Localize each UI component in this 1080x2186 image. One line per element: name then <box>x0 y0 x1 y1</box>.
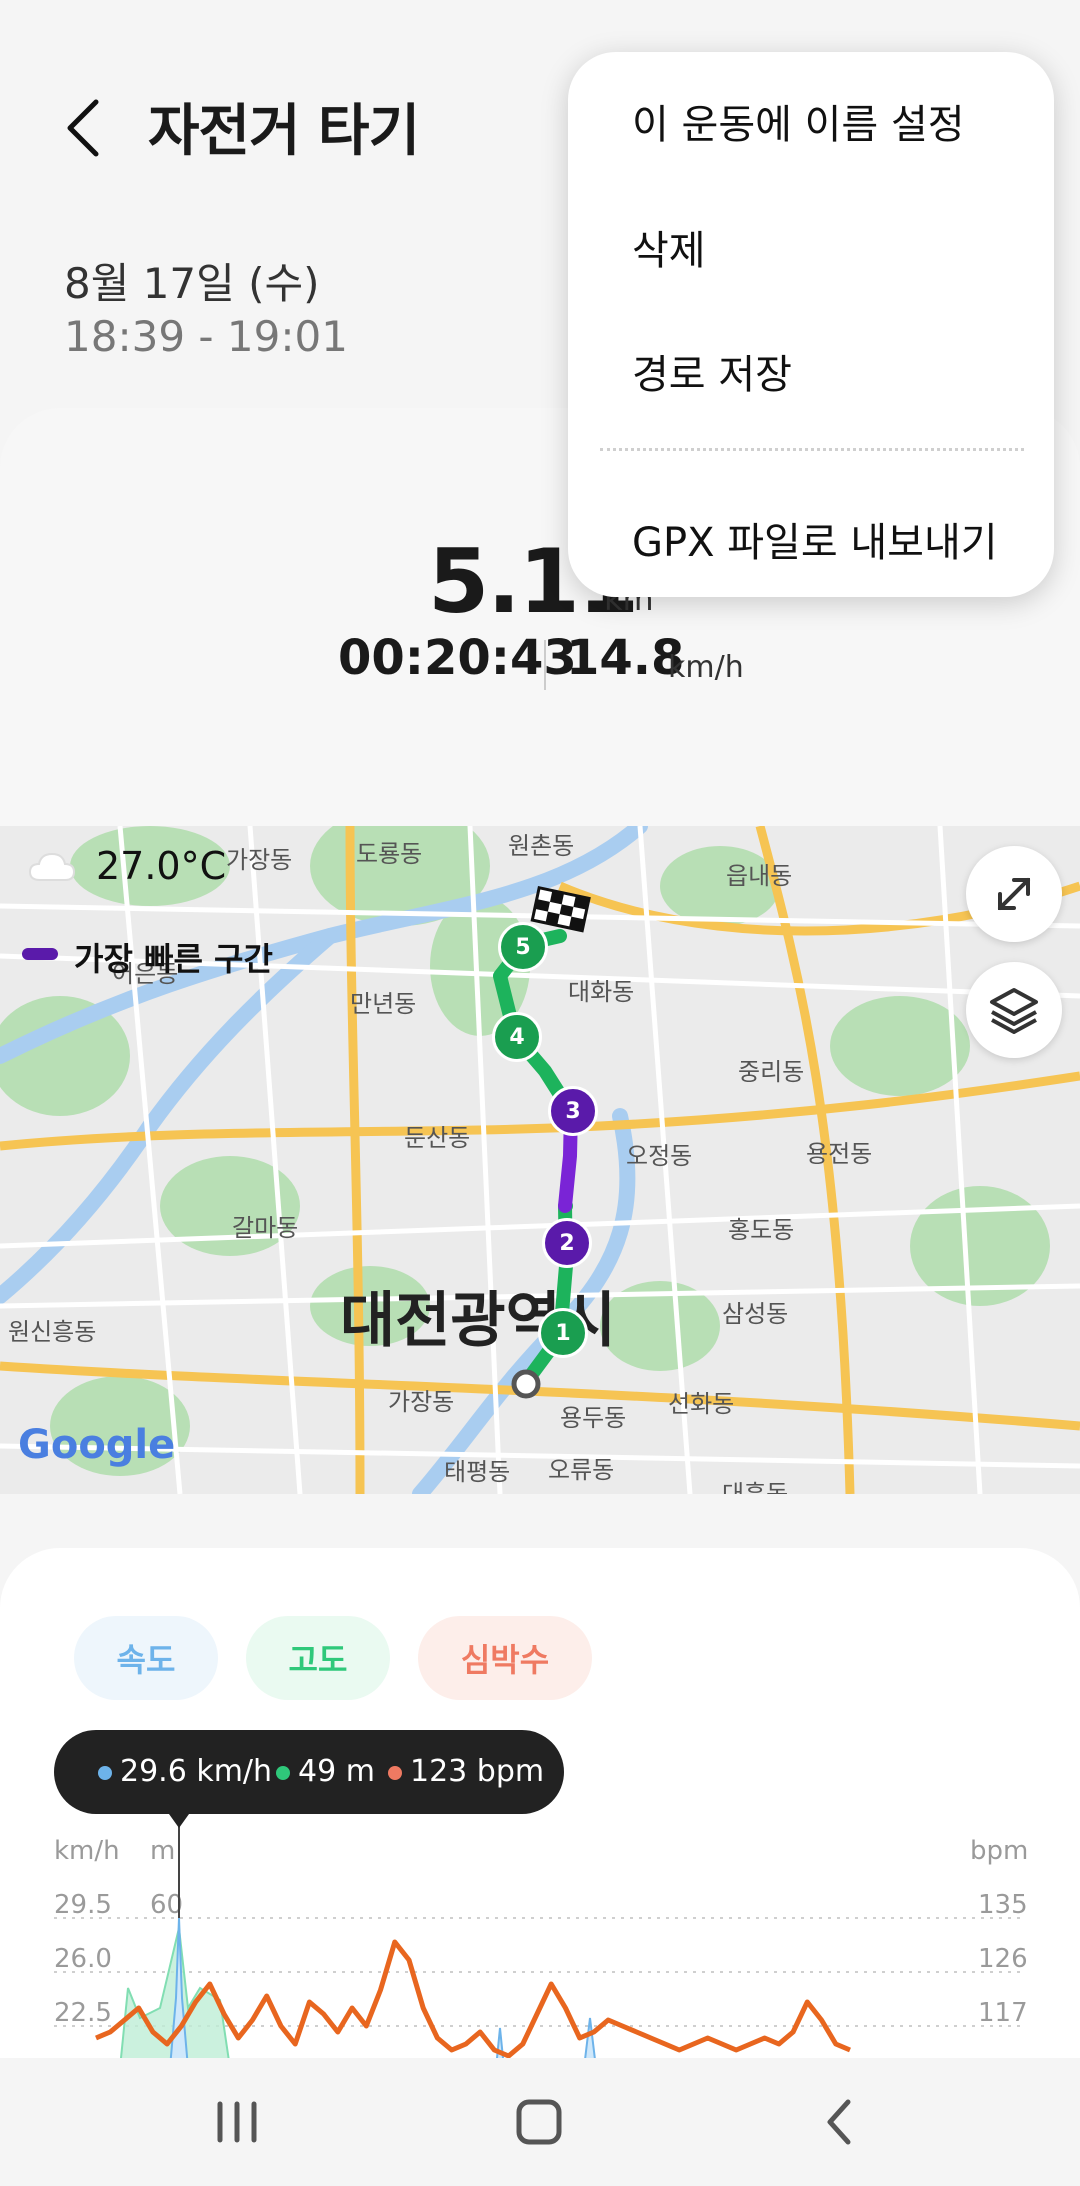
recent-apps-icon <box>217 2101 257 2143</box>
system-back-button[interactable] <box>796 2082 886 2162</box>
map-layers-button[interactable] <box>966 962 1062 1058</box>
menu-item-delete[interactable]: 삭제 <box>632 218 706 276</box>
menu-item-save-route[interactable]: 경로 저장 <box>632 342 792 400</box>
map-place-label: 중리동 <box>738 1058 805 1086</box>
route-marker-2: 2 <box>542 1218 592 1268</box>
map-place-label: 대흥동 <box>722 1480 789 1494</box>
tooltip-pointer <box>169 1814 189 1828</box>
map-place-label: 선화동 <box>668 1390 735 1418</box>
layers-icon <box>990 988 1038 1034</box>
map-place-label: 삼성동 <box>722 1300 789 1328</box>
menu-item-export-gpx[interactable]: GPX 파일로 내보내기 <box>632 510 998 568</box>
menu-item-rename[interactable]: 이 운동에 이름 설정 <box>632 92 965 150</box>
map-place-label: 대화동 <box>568 978 635 1006</box>
route-marker-5: 5 <box>498 922 548 972</box>
map-place-label: 도룡동 <box>356 840 423 868</box>
map-place-label: 갈마동 <box>232 1214 299 1242</box>
activity-chart[interactable] <box>0 1548 1080 2068</box>
chevron-left-icon <box>67 99 99 157</box>
back-icon <box>827 2099 851 2145</box>
fastest-segment-label: 가장 빠른 구간 <box>74 940 273 978</box>
map-place-label: 원촌동 <box>508 832 575 860</box>
map-place-label: 둔산동 <box>404 1124 471 1152</box>
google-logo: Google <box>18 1422 175 1468</box>
temperature-text: 27.0°C <box>96 844 227 888</box>
workout-time-range: 18:39 - 19:01 <box>64 312 348 361</box>
duration-value: 00:20:43 <box>338 630 577 686</box>
route-marker-1: 1 <box>538 1308 588 1358</box>
summary-divider <box>544 640 546 690</box>
expand-map-button[interactable] <box>966 846 1062 942</box>
page-title: 자전거 타기 <box>148 99 420 164</box>
fastest-segment-swatch <box>22 948 58 960</box>
map-place-label: 태평동 <box>444 1458 511 1486</box>
menu-divider <box>600 448 1024 451</box>
route-map[interactable]: 가장동 도룡동 원촌동 읍내동 대화동 만년동 중리동 둔산동 오정동 용전동 … <box>0 826 1080 1494</box>
map-place-label: 읍내동 <box>726 862 793 890</box>
route-marker-3: 3 <box>548 1086 598 1136</box>
map-place-label: 오류동 <box>548 1456 615 1484</box>
map-place-label: 가장동 <box>226 846 293 874</box>
back-button[interactable] <box>48 88 128 168</box>
recent-apps-button[interactable] <box>192 2082 282 2162</box>
chart-card: 속도 고도 심박수 29.6 km/h 49 m 123 bpm km/h m … <box>0 1548 1080 2068</box>
map-place-label: 홍도동 <box>728 1216 795 1244</box>
workout-date: 8월 17일 (수) <box>64 259 320 308</box>
average-speed-unit: km/h <box>668 650 744 685</box>
google-logo-text: Google <box>18 1422 176 1468</box>
map-place-label: 가장동 <box>388 1388 455 1416</box>
map-canvas <box>0 826 1080 1494</box>
expand-icon <box>998 878 1030 910</box>
average-speed-value: 14.8 <box>566 630 685 686</box>
map-place-label: 용전동 <box>806 1140 873 1168</box>
home-icon <box>516 2099 562 2145</box>
map-place-label: 용두동 <box>560 1404 627 1432</box>
navigation-bar <box>0 2058 1080 2186</box>
map-place-label: 오정동 <box>626 1142 693 1170</box>
overflow-menu: 이 운동에 이름 설정 삭제 경로 저장 GPX 파일로 내보내기 <box>568 52 1054 597</box>
home-button[interactable] <box>494 2082 584 2162</box>
map-place-label: 만년동 <box>350 990 417 1018</box>
route-marker-4: 4 <box>492 1012 542 1062</box>
map-place-label: 원신흥동 <box>8 1318 97 1346</box>
